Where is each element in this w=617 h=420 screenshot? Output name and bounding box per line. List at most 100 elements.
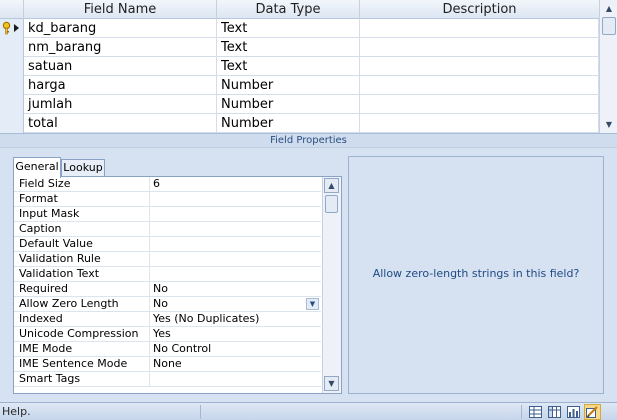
property-label: Default Value: [14, 237, 150, 252]
table-row[interactable]: nm_barang Text: [0, 38, 599, 57]
header-description[interactable]: Description: [360, 0, 599, 19]
field-name-cell[interactable]: kd_barang: [24, 19, 217, 38]
grid-scroll-thumb[interactable]: [602, 17, 616, 35]
tab-general[interactable]: General: [13, 157, 61, 178]
property-row[interactable]: Default Value: [14, 237, 321, 252]
property-row[interactable]: Validation Rule: [14, 252, 321, 267]
properties-vertical-scrollbar[interactable]: ▲ ▼: [322, 177, 341, 393]
property-row[interactable]: IME Mode No Control: [14, 342, 321, 357]
property-row[interactable]: Format: [14, 192, 321, 207]
scroll-down-icon[interactable]: ▼: [601, 116, 617, 132]
status-divider: [521, 405, 522, 419]
chevron-down-icon[interactable]: ▼: [306, 298, 319, 310]
property-row[interactable]: Unicode Compression Yes: [14, 327, 321, 342]
props-scroll-down-icon[interactable]: ▼: [324, 376, 339, 391]
scroll-up-icon[interactable]: ▲: [601, 0, 617, 16]
table-row[interactable]: kd_barang Text: [0, 19, 599, 38]
property-help-text: Allow zero-length strings in this field?: [372, 267, 580, 280]
property-row[interactable]: Smart Tags: [14, 372, 321, 387]
property-label: Required: [14, 282, 150, 297]
row-selector[interactable]: [0, 38, 24, 57]
property-label: Input Mask: [14, 207, 150, 222]
data-type-cell[interactable]: Text: [217, 38, 360, 57]
field-properties-title: Field Properties: [0, 133, 617, 148]
property-value[interactable]: Yes (No Duplicates): [151, 312, 321, 327]
description-cell[interactable]: [360, 95, 599, 114]
field-name-cell[interactable]: satuan: [24, 57, 217, 76]
property-row[interactable]: Validation Text: [14, 267, 321, 282]
property-value[interactable]: [151, 252, 321, 267]
property-value[interactable]: [151, 237, 321, 252]
property-row[interactable]: Indexed Yes (No Duplicates): [14, 312, 321, 327]
grid-rows: kd_barang Text nm_barang Text satuan Text harg…: [0, 19, 599, 133]
data-type-cell[interactable]: Number: [217, 95, 360, 114]
description-cell[interactable]: [360, 38, 599, 57]
property-value[interactable]: [151, 372, 321, 387]
property-label: Field Size: [14, 177, 150, 192]
table-row[interactable]: harga Number: [0, 76, 599, 95]
status-text: Help.: [2, 405, 31, 418]
field-name-cell[interactable]: nm_barang: [24, 38, 217, 57]
property-label: Indexed: [14, 312, 150, 327]
header-field-name[interactable]: Field Name: [24, 0, 217, 19]
property-label: Allow Zero Length: [14, 297, 150, 312]
property-row[interactable]: Field Size 6: [14, 177, 321, 192]
props-scroll-up-icon[interactable]: ▲: [324, 178, 339, 193]
property-row[interactable]: Input Mask: [14, 207, 321, 222]
design-view-icon[interactable]: [584, 404, 601, 420]
description-cell[interactable]: [360, 76, 599, 95]
property-label: Unicode Compression: [14, 327, 150, 342]
property-value[interactable]: [151, 192, 321, 207]
property-label: Validation Text: [14, 267, 150, 282]
property-row[interactable]: Required No: [14, 282, 321, 297]
property-value[interactable]: No: [151, 282, 321, 297]
property-value[interactable]: 6: [151, 177, 321, 192]
datasheet-view-icon[interactable]: [527, 404, 544, 420]
property-help-panel: Allow zero-length strings in this field?: [348, 156, 604, 394]
field-name-cell[interactable]: total: [24, 114, 217, 133]
field-name-cell[interactable]: harga: [24, 76, 217, 95]
data-type-cell[interactable]: Number: [217, 76, 360, 95]
row-selector[interactable]: [0, 95, 24, 114]
property-label: Smart Tags: [14, 372, 150, 387]
property-row[interactable]: Allow Zero Length No ▼: [14, 297, 321, 312]
row-selector[interactable]: [0, 114, 24, 133]
table-row[interactable]: total Number: [0, 114, 599, 133]
description-cell[interactable]: [360, 19, 599, 38]
primary-key-icon[interactable]: [0, 19, 24, 38]
row-selector[interactable]: [0, 76, 24, 95]
header-corner: [0, 0, 24, 19]
row-selector[interactable]: [0, 57, 24, 76]
property-value[interactable]: None: [151, 357, 321, 372]
properties-list: Field Size 6 Format Input Mask Caption Defaul…: [13, 176, 342, 394]
table-row[interactable]: jumlah Number: [0, 95, 599, 114]
property-label: Caption: [14, 222, 150, 237]
field-design-grid: Field Name Data Type Description kd_bara…: [0, 0, 617, 133]
property-row[interactable]: IME Sentence Mode None: [14, 357, 321, 372]
field-name-cell[interactable]: jumlah: [24, 95, 217, 114]
property-label: IME Mode: [14, 342, 150, 357]
property-label: Format: [14, 192, 150, 207]
pivotchart-view-icon[interactable]: [565, 404, 582, 420]
table-row[interactable]: satuan Text: [0, 57, 599, 76]
property-label: Validation Rule: [14, 252, 150, 267]
property-value[interactable]: [151, 267, 321, 282]
status-divider: [200, 405, 201, 419]
tab-lookup[interactable]: Lookup: [61, 159, 105, 177]
description-cell[interactable]: [360, 57, 599, 76]
data-type-cell[interactable]: Number: [217, 114, 360, 133]
status-bar: Help.: [0, 402, 617, 420]
property-value[interactable]: [151, 222, 321, 237]
property-value[interactable]: No: [151, 297, 321, 312]
data-type-cell[interactable]: Text: [217, 19, 360, 38]
description-cell[interactable]: [360, 114, 599, 133]
property-row[interactable]: Caption: [14, 222, 321, 237]
header-data-type[interactable]: Data Type: [217, 0, 360, 19]
grid-vertical-scrollbar[interactable]: ▲ ▼: [599, 0, 617, 133]
property-value[interactable]: Yes: [151, 327, 321, 342]
props-scroll-thumb[interactable]: [325, 195, 338, 213]
property-value[interactable]: No Control: [151, 342, 321, 357]
data-type-cell[interactable]: Text: [217, 57, 360, 76]
property-value[interactable]: [151, 207, 321, 222]
pivottable-view-icon[interactable]: [546, 404, 563, 420]
